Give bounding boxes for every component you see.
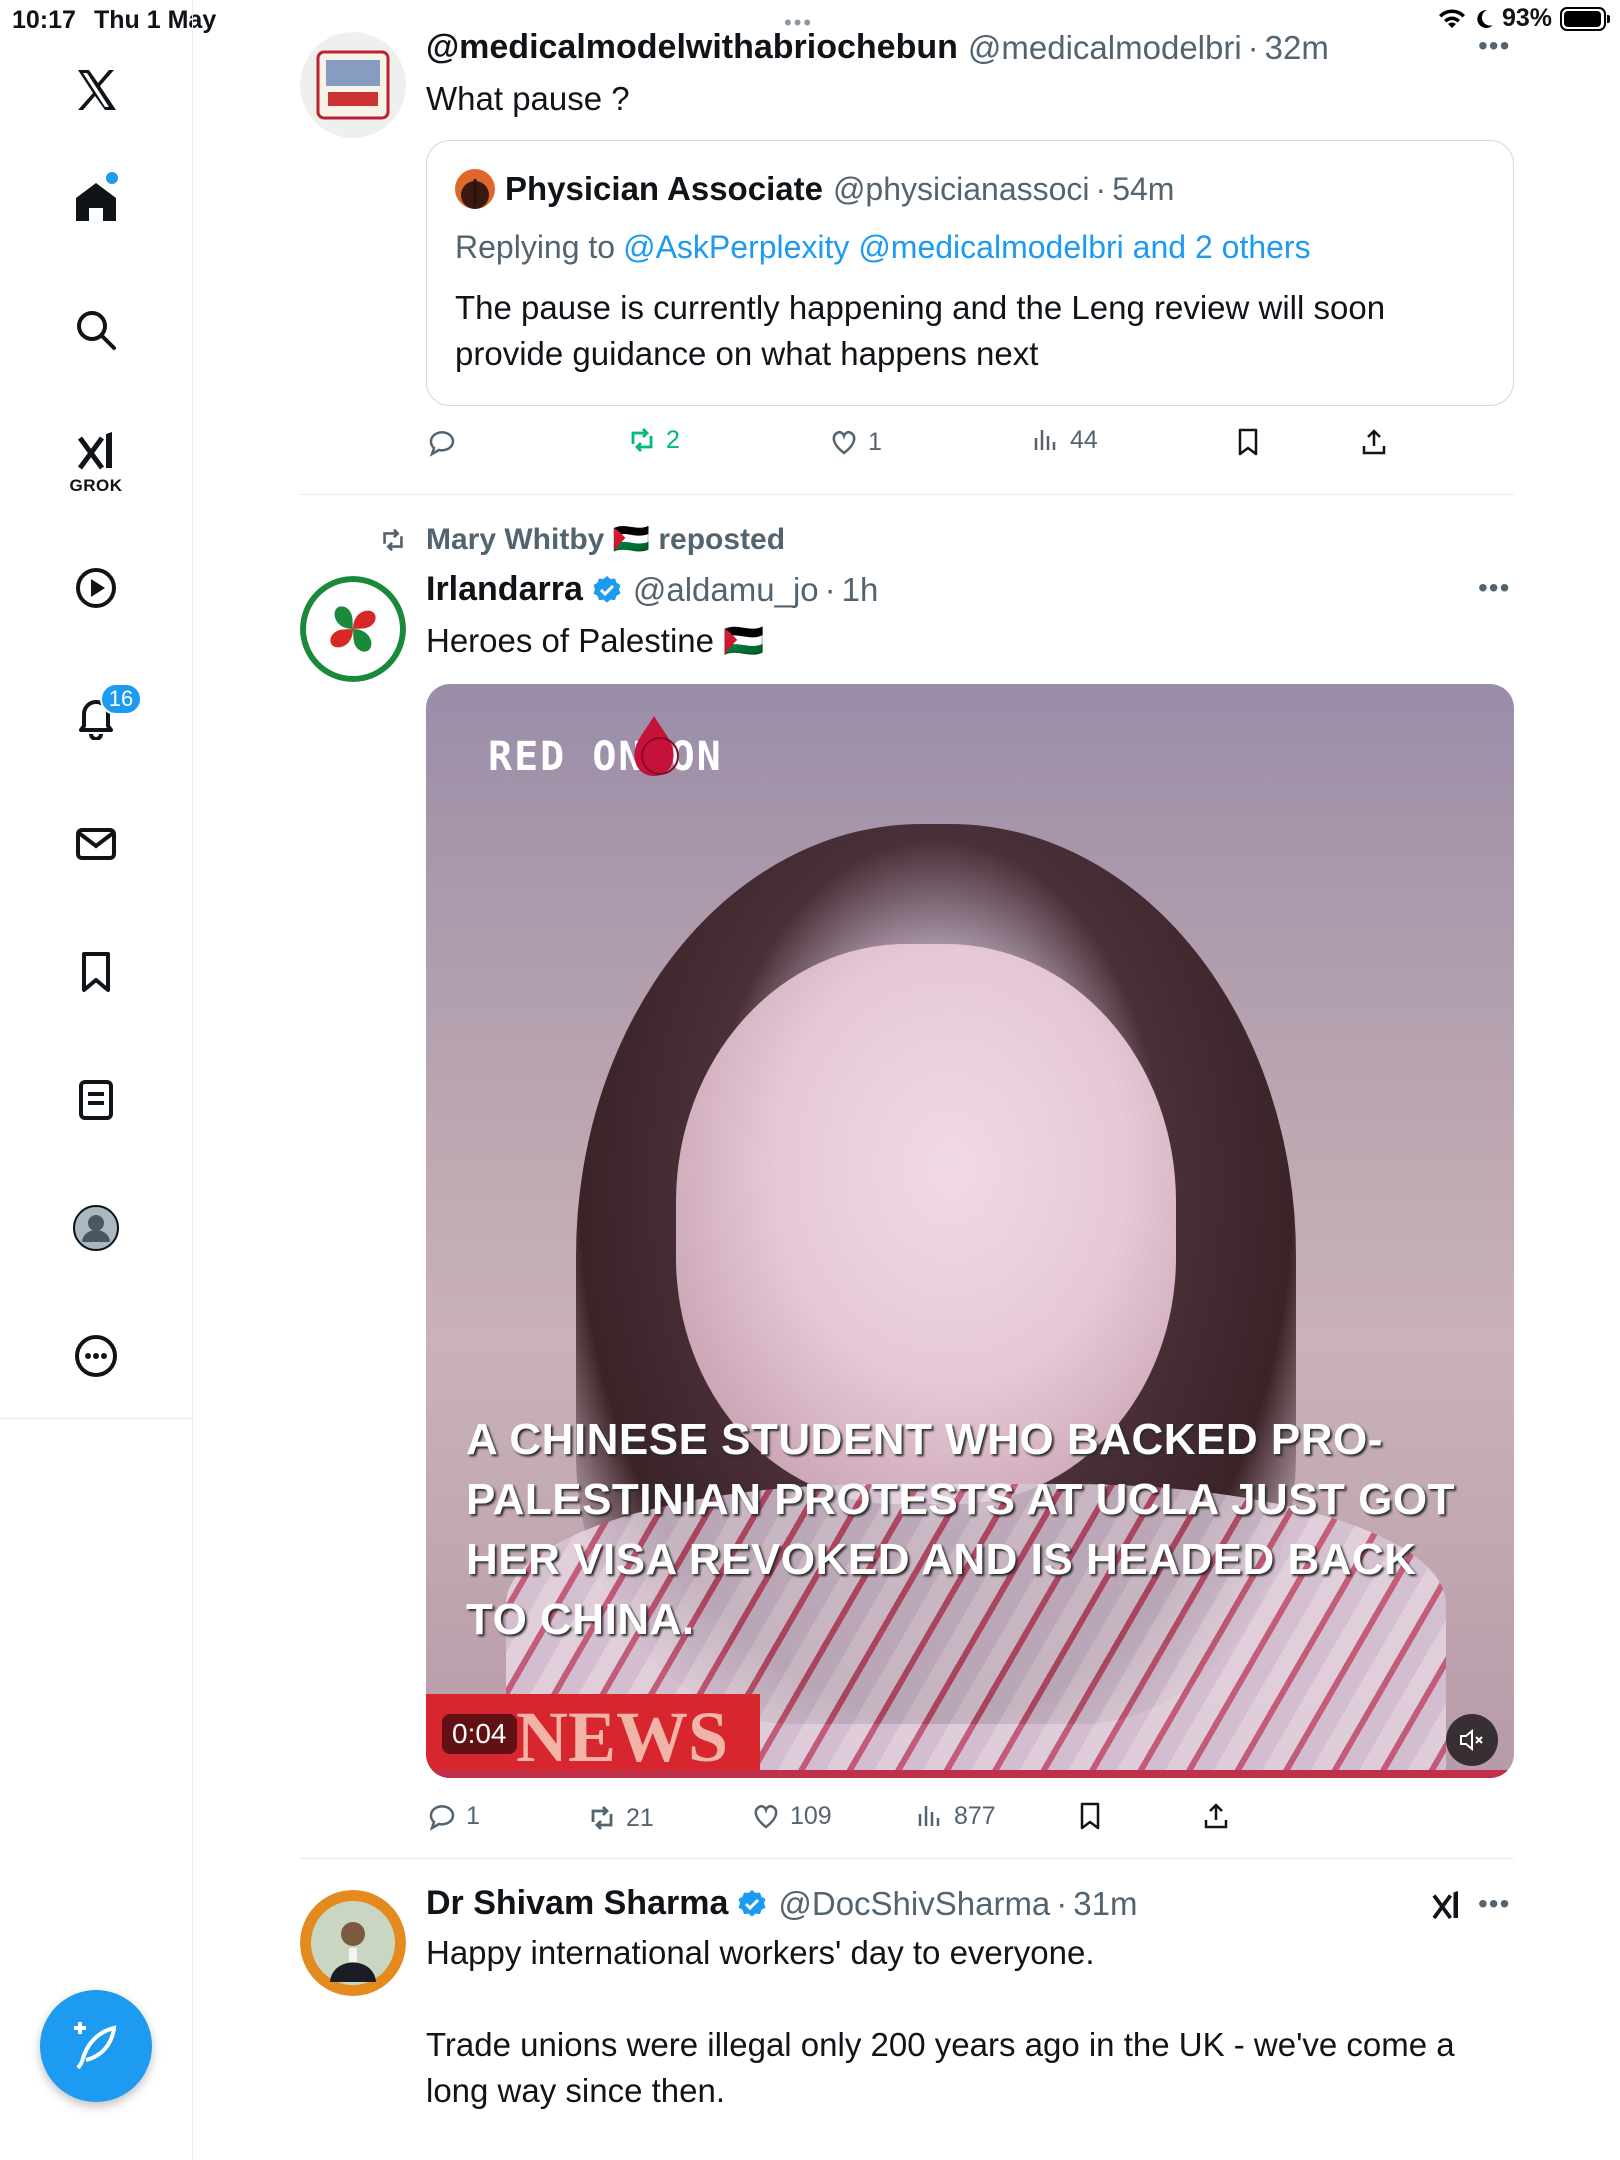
- repost-icon: [383, 528, 403, 551]
- replying-prefix: Replying to: [455, 229, 616, 265]
- like-count: 109: [790, 1801, 832, 1830]
- handle[interactable]: @medicalmodelbri: [968, 29, 1242, 67]
- tweet-divider: [300, 1858, 1514, 1859]
- verified-badge-icon: [738, 1889, 766, 1917]
- grok-label: GROK: [69, 476, 123, 495]
- onion-logo-icon: [634, 716, 679, 776]
- repost-label: Mary Whitby 🇵🇸 reposted: [426, 523, 786, 556]
- like-count: 1: [868, 427, 882, 456]
- reply-count: 1: [466, 1801, 480, 1830]
- like-button[interactable]: 1: [828, 426, 882, 458]
- more-menu-icon[interactable]: •••: [1478, 572, 1510, 604]
- sidebar-divider: [0, 1418, 192, 1419]
- news-banner-text: NEWS: [516, 1697, 729, 1777]
- tweet-text: What pause ?: [426, 80, 630, 117]
- quoted-tweet-card[interactable]: Physician Associate @physicianassoci · 5…: [426, 140, 1514, 406]
- display-name[interactable]: Dr Shivam Sharma: [426, 1884, 728, 1923]
- heart-icon: [754, 1804, 778, 1829]
- share-button[interactable]: [1200, 1800, 1232, 1832]
- views-chart-icon: [918, 1806, 940, 1826]
- bookmark-icon: [1080, 1802, 1100, 1830]
- battery-icon: [1560, 6, 1610, 31]
- timestamp[interactable]: 31m: [1073, 1885, 1137, 1923]
- timestamp[interactable]: 32m: [1265, 29, 1329, 67]
- grok-icon[interactable]: [1428, 1888, 1464, 1924]
- share-icon: [1362, 429, 1386, 455]
- reply-icon: [429, 431, 455, 457]
- messages-envelope-icon[interactable]: [64, 812, 128, 876]
- display-name: Physician Associate: [505, 170, 823, 207]
- handle[interactable]: @aldamu_jo: [633, 571, 819, 609]
- wifi-icon: [1438, 8, 1465, 28]
- more-menu-icon[interactable]: •••: [1478, 30, 1510, 62]
- tweet-text: Heroes of Palestine 🇵🇸: [426, 622, 765, 659]
- more-menu-icon[interactable]: •••: [1478, 1888, 1510, 1920]
- profile-avatar-icon[interactable]: [64, 1196, 128, 1260]
- verified-badge-icon: [593, 575, 621, 603]
- home-icon[interactable]: [64, 170, 128, 234]
- bookmark-button[interactable]: [1074, 1800, 1106, 1832]
- more-options-icon[interactable]: [64, 1324, 128, 1388]
- search-icon[interactable]: [64, 298, 128, 362]
- tweet-header: @medicalmodelwithabriochebun @medicalmod…: [426, 28, 1329, 67]
- quoted-tweet-text: The pause is currently happening and the…: [455, 289, 1386, 372]
- tweet-header: Dr Shivam Sharma @DocShivSharma · 31m: [426, 1884, 1138, 1923]
- repost-icon: [591, 1806, 613, 1830]
- share-button[interactable]: [1358, 426, 1390, 458]
- avatar[interactable]: [300, 1890, 406, 1996]
- video-player[interactable]: RED ONION A CHINESE STUDENT WHO BACKED P…: [426, 684, 1514, 1778]
- repost-count: 21: [626, 1803, 654, 1832]
- status-indicators: 93%: [1438, 4, 1610, 33]
- handle[interactable]: @DocShivSharma: [778, 1885, 1050, 1923]
- compose-feather-icon: [74, 2022, 117, 2070]
- timestamp[interactable]: 1h: [842, 571, 879, 609]
- like-button[interactable]: 109: [750, 1800, 832, 1832]
- timestamp: 54m: [1112, 170, 1175, 207]
- replying-to-link[interactable]: @AskPerplexity @medicalmodelbri and 2 ot…: [623, 229, 1310, 266]
- bookmark-button[interactable]: [1232, 426, 1264, 458]
- avatar: [455, 169, 495, 209]
- reply-button[interactable]: 1: [426, 1800, 480, 1832]
- handle: @physicianassoci: [832, 170, 1090, 207]
- views-chart-icon: [1034, 430, 1056, 450]
- compose-post-button[interactable]: [40, 1990, 152, 2102]
- tweet-text-line1: Happy international workers' day to ever…: [426, 1934, 1095, 1971]
- bookmarks-icon[interactable]: [64, 940, 128, 1004]
- display-name[interactable]: @medicalmodelwithabriochebun: [426, 28, 958, 67]
- mute-button[interactable]: [1446, 1714, 1498, 1766]
- repost-button[interactable]: 2: [626, 424, 680, 456]
- view-count: 877: [954, 1801, 996, 1830]
- battery-percent: 93%: [1501, 4, 1552, 32]
- tweet-header: Irlandarra @aldamu_jo · 1h: [426, 570, 879, 609]
- repost-count: 2: [666, 425, 680, 454]
- repost-context[interactable]: Mary Whitby 🇵🇸 reposted: [376, 522, 785, 557]
- speaker-muted-icon: [1460, 1728, 1483, 1752]
- home-unread-dot: [106, 172, 118, 184]
- video-watermark: RED ONION: [488, 734, 723, 780]
- reply-icon: [429, 1805, 455, 1831]
- bookmark-icon: [1238, 428, 1258, 456]
- heart-icon: [832, 430, 856, 455]
- views-button[interactable]: 44: [1030, 424, 1098, 456]
- video-caption: A CHINESE STUDENT WHO BACKED PRO-PALESTI…: [466, 1415, 1455, 1644]
- tweet-text-line2: Trade unions were illegal only 200 years…: [426, 2026, 1455, 2109]
- avatar[interactable]: [300, 576, 406, 682]
- tweet-divider: [300, 494, 1514, 495]
- view-count: 44: [1070, 425, 1098, 454]
- video-progress-bar: [426, 1770, 1514, 1778]
- video-play-icon[interactable]: [64, 556, 128, 620]
- x-logo-icon[interactable]: [64, 58, 128, 122]
- views-button[interactable]: 877: [914, 1800, 996, 1832]
- repost-button[interactable]: 21: [586, 1802, 654, 1834]
- notifications-badge: 16: [100, 683, 142, 715]
- reply-button[interactable]: [426, 426, 466, 458]
- lists-icon[interactable]: [64, 1068, 128, 1132]
- video-duration: 0:04: [442, 1714, 517, 1754]
- moon-icon: [1477, 9, 1493, 28]
- grok-icon[interactable]: [64, 420, 128, 484]
- share-icon: [1204, 1803, 1228, 1829]
- avatar[interactable]: [300, 32, 406, 138]
- display-name[interactable]: Irlandarra: [426, 570, 583, 609]
- repost-icon: [631, 428, 653, 452]
